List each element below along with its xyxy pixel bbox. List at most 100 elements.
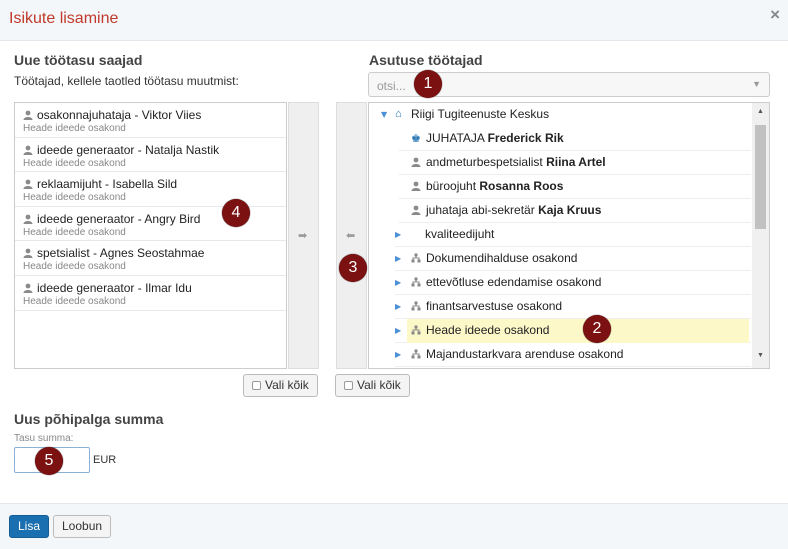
list-item-label: ideede generaator - Ilmar Idu [37,280,192,295]
list-item-department: Heade ideede osakond [23,192,126,204]
tree-person[interactable]: ♚ JUHATAJA Frederick Rik [399,127,751,151]
person-icon [23,214,33,224]
list-item-label: ideede generaator - Natalja Nastik [37,142,220,157]
org-chart-icon [411,325,421,335]
list-item-department: Heade ideede osakond [23,295,126,307]
scroll-up-icon[interactable]: ▲ [757,108,764,115]
employee-tree[interactable]: ▶ ⌂ Riigi Tugiteenuste Keskus ♚ JUHATAJA… [368,102,770,369]
selected-highlight: Heade ideede osakond [407,319,749,343]
tree-person[interactable]: andmeturbespetsialist Riina Artel [399,151,751,175]
org-chart-icon [411,301,421,311]
salary-label: Tasu summa: [14,433,74,444]
list-item-label: spetsialist - Agnes Seostahmae [37,246,205,261]
person-icon [23,179,33,189]
list-item-department: Heade ideede osakond [23,123,126,134]
step-badge-3: 3 [339,254,367,282]
list-item-label: reklaamijuht - Isabella Sild [37,177,178,192]
person-icon [411,181,421,191]
list-item[interactable]: ideede generaator - Natalja Nastik Heade… [15,138,286,173]
tree-person[interactable]: büroojuht Rosanna Roos [399,175,751,199]
manager-icon: ♚ [411,133,421,145]
tree-department[interactable]: ▶ Majandustarkvara arenduse osakond [395,343,751,367]
checkbox-icon [252,381,261,390]
person-name: Frederick Rik [487,131,564,145]
step-badge-1: 1 [414,70,442,98]
close-icon[interactable]: × [770,5,780,25]
person-icon [411,157,421,167]
person-icon [23,110,33,120]
person-icon [411,205,421,215]
org-chart-icon [411,349,421,359]
org-chart-icon [411,253,421,263]
select-all-label: Vali kõik [357,378,401,392]
tree-item-kvaliteedijuht[interactable]: ▶ kvaliteedijuht [395,223,751,247]
scroll-down-icon[interactable]: ▼ [757,352,764,359]
expand-icon[interactable]: ▶ [395,296,401,318]
home-icon: ⌂ [395,108,402,120]
list-item[interactable]: osakonnajuhataja - Viktor Viies Heade id… [15,103,286,138]
expand-icon[interactable]: ▶ [395,272,401,294]
step-badge-4: 4 [222,199,250,227]
salary-heading: Uus põhipalga summa [14,411,164,427]
person-role: juhataja abi-sekretär [426,203,535,217]
person-name: Riina Artel [546,155,606,169]
recipients-subtext: Töötajad, kellele taotled töötasu muutmi… [14,74,239,88]
dialog-title: Isikute lisamine [9,10,119,27]
tree-department[interactable]: ▶ finantsarvestuse osakond [395,295,751,319]
person-name: Kaja Kruus [538,203,602,217]
recipients-list[interactable]: osakonnajuhataja - Viktor Viies Heade id… [14,102,287,369]
tree-root-label: Riigi Tugiteenuste Keskus [411,107,550,121]
scroll-thumb[interactable] [755,125,766,229]
expand-icon[interactable]: ▶ [395,344,401,366]
expand-icon[interactable]: ▶ [395,320,401,342]
person-role: andmeturbespetsialist [426,155,543,169]
arrow-right-icon: ➡ [298,230,308,242]
list-item-label: ideede generaator - Angry Bird [37,211,201,226]
person-role: büroojuht [426,179,477,193]
department-label: Majandustarkvara arenduse osakond [426,347,624,361]
list-item-label: osakonnajuhataja - Viktor Viies [37,108,202,122]
move-left-button[interactable]: ⬅ [336,102,367,369]
tree-department-selected[interactable]: ▶ Heade ideede osakond [395,319,751,343]
expand-icon[interactable]: ▶ [395,248,401,270]
recipients-heading: Uue töötasu saajad [14,52,143,68]
tree-person[interactable]: juhataja abi-sekretär Kaja Kruus [399,199,751,223]
dialog-footer: Lisa Loobun [0,503,788,549]
arrow-left-icon: ⬅ [346,230,356,242]
step-badge-5: 5 [35,447,63,475]
select-all-recipients-button[interactable]: Vali kõik [243,374,318,397]
list-item-department: Heade ideede osakond [23,157,126,169]
person-role: JUHATAJA [426,131,485,145]
collapse-icon[interactable]: ▶ [373,112,395,118]
department-label: Heade ideede osakond [426,323,550,337]
employees-heading: Asutuse töötajad [369,52,483,68]
select-all-employees-button[interactable]: Vali kõik [335,374,410,397]
search-placeholder: otsi... [377,79,406,93]
person-icon [23,248,33,258]
tree-scrollbar[interactable]: ▲ ▼ [752,103,769,368]
tree-item-label: kvaliteedijuht [425,227,495,241]
cancel-button[interactable]: Loobun [53,515,112,538]
add-button[interactable]: Lisa [9,515,50,538]
step-badge-2: 2 [583,315,611,343]
tree-department[interactable]: ▶ Dokumendihalduse osakond [395,247,751,271]
checkbox-icon [344,381,353,390]
currency-label: EUR [93,454,117,466]
org-chart-icon [411,277,421,287]
list-item-department: Heade ideede osakond [23,226,126,238]
tree-root[interactable]: ▶ ⌂ Riigi Tugiteenuste Keskus [369,103,751,127]
person-name: Rosanna Roos [479,179,564,193]
list-item[interactable]: ideede generaator - Ilmar Idu Heade idee… [15,276,286,311]
dialog-header: Isikute lisamine × [0,0,788,41]
department-label: Dokumendihalduse osakond [426,251,578,265]
person-icon [23,145,33,155]
department-label: ettevõtluse edendamise osakond [426,275,602,289]
dropdown-caret-icon: ▼ [752,79,761,89]
expand-icon[interactable]: ▶ [395,224,401,246]
person-icon [23,283,33,293]
list-item[interactable]: spetsialist - Agnes Seostahmae Heade ide… [15,241,286,276]
department-label: finantsarvestuse osakond [426,299,563,313]
tree-department[interactable]: ▶ ettevõtluse edendamise osakond [395,271,751,295]
move-right-button[interactable]: ➡ [288,102,319,369]
select-all-label: Vali kõik [265,378,309,392]
